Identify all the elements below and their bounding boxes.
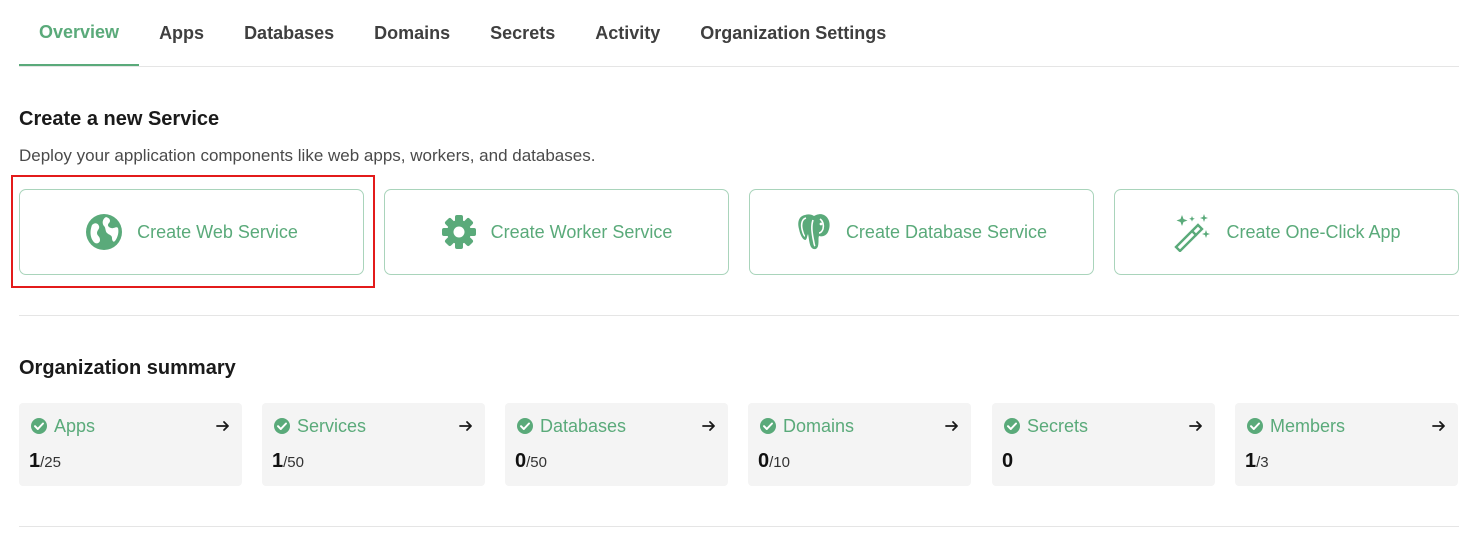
arrow-right-icon — [702, 421, 715, 431]
summary-card-domains[interactable]: Domains 0/10 — [748, 403, 971, 486]
gear-icon — [441, 215, 476, 249]
check-circle-icon — [1004, 418, 1020, 434]
summary-label: Services — [297, 415, 367, 436]
create-service-cards: Create Web Service Create Worker Service… — [19, 189, 1459, 275]
summary-label: Secrets — [1027, 415, 1089, 436]
tab-organization-settings[interactable]: Organization Settings — [680, 0, 906, 66]
tab-domains[interactable]: Domains — [354, 0, 470, 66]
check-circle-icon — [1247, 418, 1263, 434]
summary-count: 0/10 — [758, 450, 790, 472]
postgres-elephant-icon — [798, 214, 830, 250]
summary-count: 1/3 — [1245, 450, 1269, 472]
create-service-subtitle: Deploy your application components like … — [19, 146, 596, 165]
check-circle-icon — [274, 418, 290, 434]
summary-count: 1/25 — [29, 450, 61, 472]
create-worker-service-label: Create Worker Service — [490, 221, 673, 242]
summary-count: 1/50 — [272, 450, 304, 472]
create-web-service-button[interactable]: Create Web Service — [19, 189, 364, 275]
create-database-service-label: Create Database Service — [845, 221, 1048, 242]
tab-apps[interactable]: Apps — [139, 0, 224, 66]
create-worker-service-button[interactable]: Create Worker Service — [384, 189, 729, 275]
tab-bar: Overview Apps Databases Domains Secrets … — [19, 0, 1459, 67]
section-divider — [19, 315, 1459, 316]
create-database-service-button[interactable]: Create Database Service — [749, 189, 1094, 275]
tab-activity[interactable]: Activity — [575, 0, 680, 66]
tab-secrets[interactable]: Secrets — [470, 0, 575, 66]
arrow-right-icon — [1432, 421, 1445, 431]
summary-card-members[interactable]: Members 1/3 — [1235, 403, 1458, 486]
organization-summary-title: Organization summary — [19, 357, 236, 379]
globe-icon — [86, 214, 123, 250]
section-divider — [19, 526, 1459, 527]
arrow-right-icon — [216, 421, 229, 431]
tab-overview[interactable]: Overview — [19, 0, 140, 66]
create-web-service-label: Create Web Service — [137, 221, 298, 242]
summary-card-databases[interactable]: Databases 0/50 — [505, 403, 728, 486]
check-circle-icon — [760, 418, 776, 434]
summary-label: Domains — [783, 415, 855, 436]
summary-card-services[interactable]: Services 1/50 — [262, 403, 485, 486]
summary-card-secrets[interactable]: Secrets 0 — [992, 403, 1215, 486]
check-circle-icon — [31, 418, 47, 434]
arrow-right-icon — [1189, 421, 1202, 431]
summary-label: Members — [1270, 415, 1346, 436]
arrow-right-icon — [459, 421, 472, 431]
create-one-click-app-label: Create One-Click App — [1226, 221, 1401, 242]
check-circle-icon — [517, 418, 533, 434]
summary-count: 0/50 — [515, 450, 547, 472]
organization-summary: Apps 1/25 Services 1/50 Databases 0/50 D… — [19, 403, 1459, 486]
summary-label: Apps — [54, 415, 96, 436]
tab-databases[interactable]: Databases — [224, 0, 354, 66]
summary-label: Databases — [540, 415, 627, 436]
create-one-click-app-button[interactable]: Create One-Click App — [1114, 189, 1459, 275]
create-service-title: Create a new Service — [19, 108, 220, 130]
summary-count: 0 — [1002, 450, 1014, 472]
summary-card-apps[interactable]: Apps 1/25 — [19, 403, 242, 486]
magic-wand-icon — [1174, 214, 1211, 252]
arrow-right-icon — [945, 421, 958, 431]
